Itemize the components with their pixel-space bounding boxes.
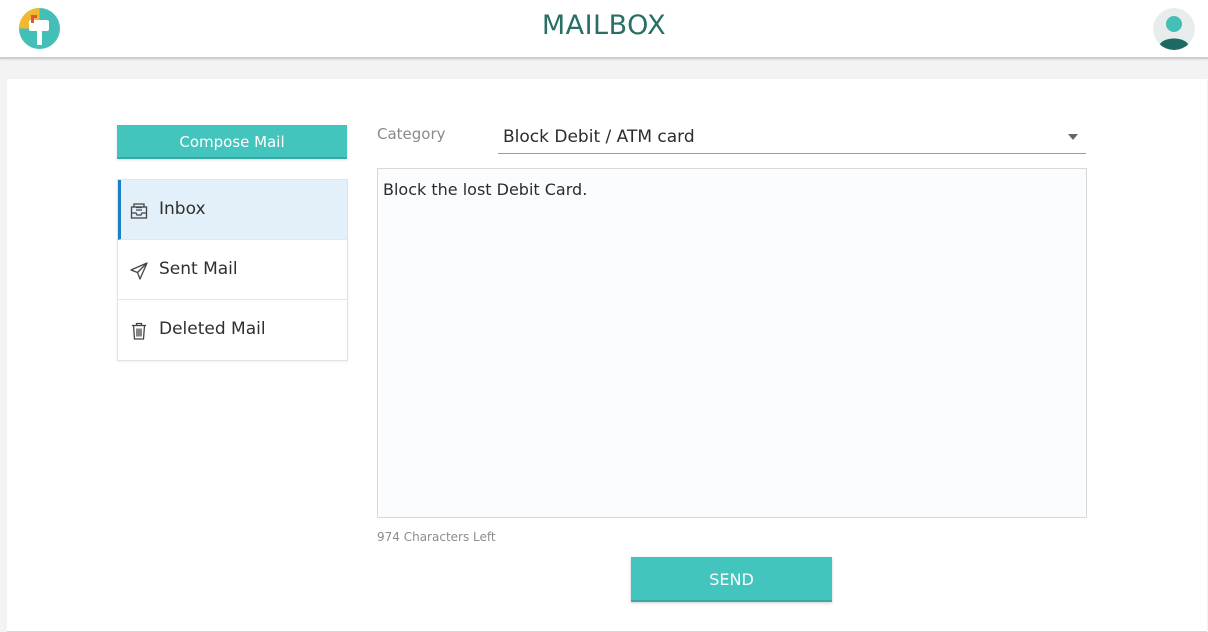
app-header: MAILBOX bbox=[0, 0, 1208, 59]
sidebar-item-label: Sent Mail bbox=[159, 259, 238, 279]
sidebar-item-inbox[interactable]: Inbox bbox=[118, 180, 347, 240]
category-dropdown[interactable]: Block Debit / ATM card bbox=[498, 122, 1086, 154]
mail-folder-nav: Inbox Sent Mail Deleted Mail bbox=[117, 179, 348, 361]
sidebar-item-label: Deleted Mail bbox=[159, 319, 266, 339]
chevron-down-icon bbox=[1068, 134, 1078, 140]
message-text: Block the lost Debit Card. bbox=[383, 180, 588, 199]
category-selected-value: Block Debit / ATM card bbox=[503, 127, 695, 147]
inbox-icon bbox=[129, 201, 149, 221]
user-avatar-icon[interactable] bbox=[1153, 8, 1195, 50]
compose-mail-button[interactable]: Compose Mail bbox=[117, 125, 347, 159]
paper-plane-icon bbox=[129, 261, 149, 281]
sidebar-item-label: Inbox bbox=[159, 199, 206, 219]
sidebar-item-deleted-mail[interactable]: Deleted Mail bbox=[118, 300, 347, 360]
characters-left-counter: 974 Characters Left bbox=[377, 530, 496, 544]
send-button[interactable]: SEND bbox=[631, 557, 832, 602]
category-label: Category bbox=[377, 125, 446, 143]
trash-icon bbox=[129, 321, 149, 341]
message-textarea[interactable]: Block the lost Debit Card. bbox=[377, 168, 1087, 518]
sidebar-item-sent-mail[interactable]: Sent Mail bbox=[118, 240, 347, 300]
app-title: MAILBOX bbox=[541, 10, 667, 41]
